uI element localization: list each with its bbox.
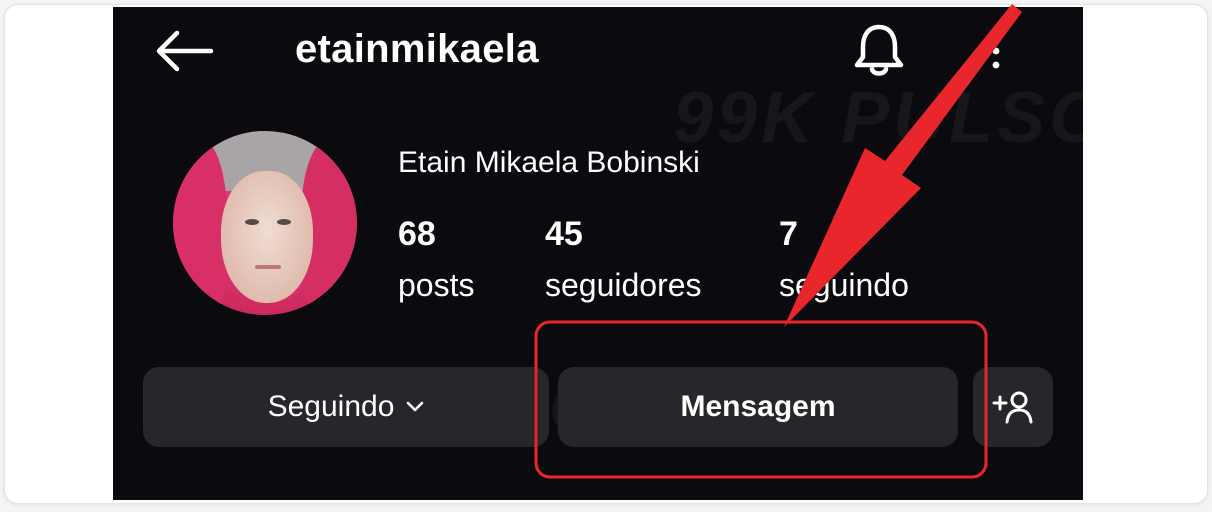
add-person-icon — [992, 391, 1033, 424]
add-person-button[interactable] — [973, 367, 1053, 447]
chevron-down-icon — [407, 401, 424, 412]
stat-following-count: 7 — [779, 215, 798, 253]
watermark: 99K PULSOMAX — [673, 78, 1083, 158]
stat-followers-label: seguidores — [545, 267, 702, 303]
stat-followers[interactable]: 45 seguidores — [545, 213, 702, 305]
message-button[interactable]: Mensagem — [558, 367, 958, 447]
profile-avatar[interactable] — [173, 131, 357, 315]
vertical-dots-icon[interactable] — [986, 29, 1006, 73]
message-button-label: Mensagem — [680, 390, 836, 423]
stat-posts[interactable]: 68 posts — [398, 213, 474, 305]
bell-icon[interactable] — [851, 19, 907, 79]
instagram-profile-screen: 99K PULSOMAX 99K PULSOMAX etainmikaela E… — [113, 7, 1083, 500]
stat-followers-count: 45 — [545, 215, 583, 253]
profile-username: etainmikaela — [295, 27, 539, 71]
profile-full-name: Etain Mikaela Bobinski — [398, 146, 700, 179]
stat-posts-count: 68 — [398, 215, 436, 253]
arrow-left-icon[interactable] — [153, 29, 215, 73]
stat-following[interactable]: 7 seguindo — [779, 213, 909, 305]
stat-following-label: seguindo — [779, 267, 909, 303]
stat-posts-label: posts — [398, 267, 475, 303]
following-button-label: Seguindo — [267, 390, 395, 423]
following-button[interactable]: Seguindo — [143, 367, 549, 447]
